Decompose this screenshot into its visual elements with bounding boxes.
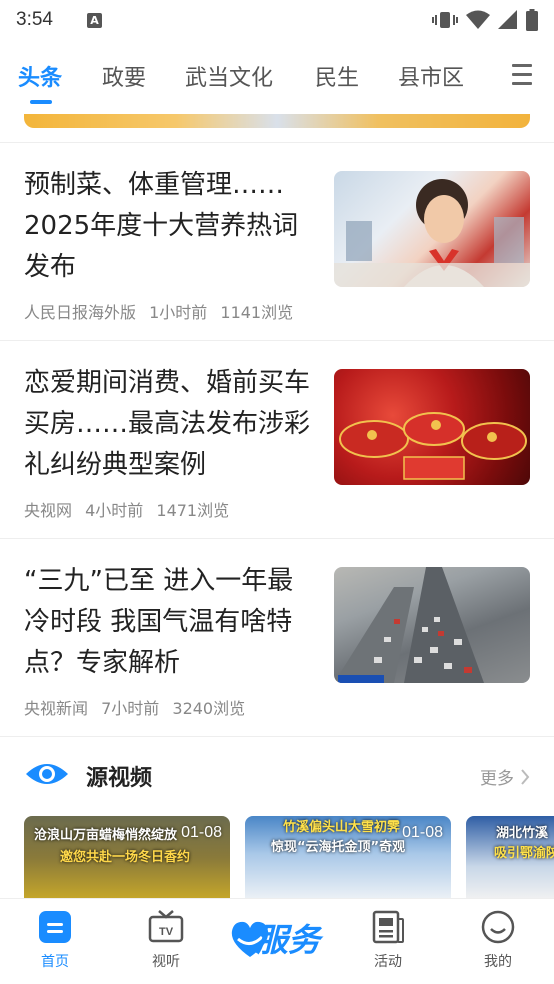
nav-mine[interactable]: 我的 <box>463 909 533 971</box>
smile-icon <box>481 910 515 944</box>
active-tab-indicator <box>30 100 52 104</box>
video-card[interactable]: 湖北竹溪 吸引鄂渝陕 <box>466 816 554 900</box>
news-time: 1小时前 <box>149 303 208 322</box>
news-source: 央视新闻 <box>24 699 89 718</box>
signal-icon <box>498 10 517 29</box>
news-title[interactable]: “三九”已至 进入一年最冷时段 我国气温有啥特点？专家解析 <box>24 561 318 684</box>
news-time: 7小时前 <box>101 699 160 718</box>
more-label: 更多 <box>480 769 514 789</box>
news-item[interactable]: “三九”已至 进入一年最冷时段 我国气温有啥特点？专家解析 央视新闻 7小时前 … <box>0 539 554 737</box>
eye-icon <box>26 764 68 784</box>
news-title[interactable]: 恋爱期间消费、婚前买车买房……最高法发布涉彩礼纠纷典型案例 <box>24 363 318 486</box>
status-bar: 3:54 A <box>0 0 554 40</box>
news-thumbnail[interactable] <box>334 567 530 683</box>
status-icons <box>432 9 538 31</box>
bottom-nav: 首页 TV 视听 服务 活动 我的 <box>0 898 554 984</box>
tab-counties[interactable]: 县市区 <box>398 60 464 92</box>
battery-icon <box>526 9 538 31</box>
video-date: 01-08 <box>402 824 443 841</box>
news-time: 4小时前 <box>85 501 144 520</box>
channel-menu-icon[interactable] <box>512 64 532 86</box>
tv-icon: TV <box>148 910 184 943</box>
document-icon <box>372 910 404 944</box>
video-subcaption: 吸引鄂渝陕 <box>494 846 554 861</box>
service-label: 服务 <box>256 921 321 959</box>
news-thumbnail[interactable] <box>334 369 530 485</box>
news-item[interactable]: 恋爱期间消费、婚前买车买房……最高法发布涉彩礼纠纷典型案例 央视网 4小时前 1… <box>0 341 554 539</box>
video-card[interactable]: 竹溪偏头山大雪初霁 01-08 惊现“云海托金顶”奇观 <box>245 816 451 900</box>
channel-tabs: 头条 政要 武当文化 民生 县市区 <box>0 50 554 106</box>
news-source: 央视网 <box>24 501 73 520</box>
video-section-header: 源视频 更多 <box>0 752 554 796</box>
notification-icon: A <box>86 12 102 28</box>
banner-image[interactable] <box>24 114 530 128</box>
vibrate-icon <box>432 12 458 28</box>
news-views: 1141浏览 <box>220 303 294 322</box>
video-caption: 湖北竹溪 <box>496 826 549 841</box>
tab-headline[interactable]: 头条 <box>18 60 62 92</box>
status-time: 3:54 <box>16 9 53 30</box>
video-subcaption: 惊现“云海托金顶”奇观 <box>271 840 406 855</box>
nav-service[interactable]: 服务 <box>228 913 332 967</box>
more-videos-link[interactable]: 更多 <box>480 764 530 789</box>
news-meta: 央视新闻 7小时前 3240浏览 <box>24 695 253 719</box>
nav-video-label: 视听 <box>152 954 180 970</box>
news-meta: 人民日报海外版 1小时前 1141浏览 <box>24 299 301 323</box>
video-caption: 沧浪山万亩蜡梅悄然绽放 <box>34 828 178 843</box>
nav-home-label: 首页 <box>41 954 69 970</box>
nav-activity[interactable]: 活动 <box>353 909 423 971</box>
video-subcaption: 邀您共赴一场冬日香约 <box>60 850 191 865</box>
nav-home[interactable]: 首页 <box>20 909 90 971</box>
wifi-icon <box>466 10 490 29</box>
nav-activity-label: 活动 <box>374 954 402 970</box>
nav-mine-label: 我的 <box>484 954 512 970</box>
news-views: 1471浏览 <box>156 501 230 520</box>
divider <box>0 736 554 737</box>
news-meta: 央视网 4小时前 1471浏览 <box>24 497 237 521</box>
svg-text:TV: TV <box>159 926 174 938</box>
news-thumbnail[interactable] <box>334 171 530 287</box>
news-item[interactable]: 预制菜、体重管理……2025年度十大营养热词发布 人民日报海外版 1小时前 11… <box>0 143 554 341</box>
nav-video[interactable]: TV 视听 <box>131 909 201 971</box>
home-icon <box>39 911 71 943</box>
news-title[interactable]: 预制菜、体重管理……2025年度十大营养热词发布 <box>24 165 318 288</box>
tab-livelihood[interactable]: 民生 <box>315 60 359 92</box>
tab-politics[interactable]: 政要 <box>102 60 146 92</box>
news-views: 3240浏览 <box>172 699 246 718</box>
video-caption: 竹溪偏头山大雪初霁 <box>283 820 401 835</box>
video-card[interactable]: 沧浪山万亩蜡梅悄然绽放 01-08 邀您共赴一场冬日香约 <box>24 816 230 900</box>
news-source: 人民日报海外版 <box>24 303 137 322</box>
video-date: 01-08 <box>181 824 222 841</box>
chevron-right-icon <box>521 768 530 785</box>
video-section-title: 源视频 <box>86 766 153 791</box>
tab-wudang-culture[interactable]: 武当文化 <box>185 60 273 92</box>
